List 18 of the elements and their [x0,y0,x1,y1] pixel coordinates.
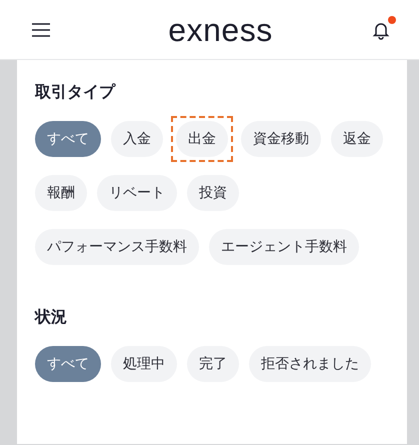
filter-chip[interactable]: リベート [97,175,177,211]
logo: exness [168,14,273,46]
filter-chip[interactable]: 資金移動 [241,121,321,157]
filter-chip[interactable]: 処理中 [111,346,177,382]
filter-chip[interactable]: 完了 [187,346,239,382]
filter-chip[interactable]: 出金 [176,121,228,157]
menu-icon[interactable] [32,22,50,36]
filter-chip[interactable]: 拒否されました [249,346,371,382]
filter-chip[interactable]: 返金 [331,121,383,157]
filter-chip[interactable]: 入金 [111,121,163,157]
filter-chip[interactable]: すべて [35,121,101,157]
filter-chip[interactable]: エージェント手数料 [209,229,359,265]
filter-chip[interactable]: パフォーマンス手数料 [35,229,199,265]
filter-chip[interactable]: 報酬 [35,175,87,211]
filter-chip[interactable]: 投資 [187,175,239,211]
section-title: 取引タイプ [35,82,117,103]
section-title: 状況 [35,307,68,328]
filter-chip[interactable]: すべて [35,346,101,382]
